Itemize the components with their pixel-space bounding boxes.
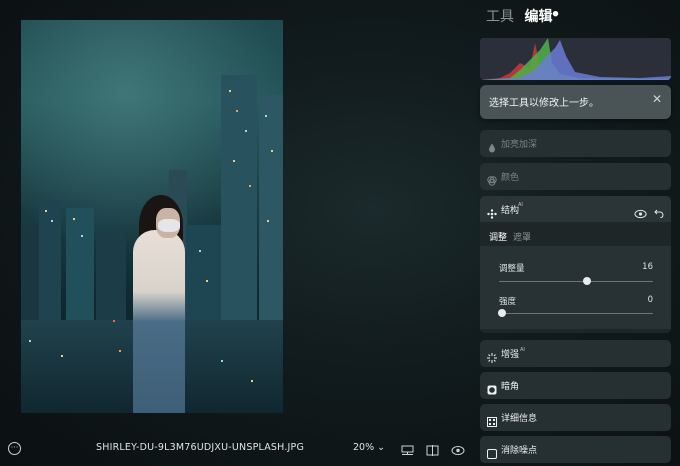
eye-icon[interactable]: [451, 441, 465, 455]
tab-mask[interactable]: 遮罩: [513, 233, 531, 243]
more-options-icon[interactable]: ···: [8, 442, 21, 455]
tab-edit-label: 编辑: [524, 9, 553, 25]
zoom-value: 20%: [353, 442, 375, 453]
tool-label: 颜色: [501, 173, 520, 183]
hint-text: 选择工具以修改上一步。: [489, 98, 599, 109]
close-icon[interactable]: ✕: [652, 92, 662, 106]
photo-window: [199, 250, 201, 252]
structure-subtabs: 调整 遮罩: [489, 230, 531, 243]
photo-window: [236, 110, 238, 112]
chevron-down-icon: ⌄: [377, 442, 386, 453]
compare-icon[interactable]: [426, 441, 439, 456]
tool-vignette[interactable]: 暗角: [480, 372, 671, 399]
slider-amount-handle[interactable]: [583, 277, 591, 285]
photo-window: [29, 340, 31, 342]
photo-window: [61, 355, 63, 357]
photo-window: [267, 220, 269, 222]
panel-tabs: 工具 编辑●: [486, 6, 559, 26]
tool-label: 详细信息: [501, 414, 538, 424]
photo-window: [249, 185, 251, 187]
photo-window: [245, 130, 247, 132]
filmstrip-icon[interactable]: [401, 441, 414, 455]
tool-denoise[interactable]: 消除噪点: [480, 436, 671, 463]
photo-window: [271, 150, 273, 152]
droplet-icon: [487, 138, 497, 153]
sparkle-icon: [487, 348, 497, 363]
slider-amount-label: 调整量: [499, 264, 525, 274]
edited-dot-icon: ●: [552, 9, 559, 18]
ai-badge: AI: [520, 347, 525, 353]
photo-person: [133, 230, 185, 413]
tool-label: 暗角: [501, 382, 520, 392]
ai-badge: AI: [518, 202, 523, 208]
slider-amount-track[interactable]: [499, 281, 653, 282]
photo-window: [221, 360, 223, 362]
photo-window: [45, 210, 47, 212]
vignette-icon: [487, 380, 497, 395]
photo-window: [119, 350, 121, 352]
photo-window: [51, 220, 53, 222]
denoise-icon: [487, 444, 497, 459]
bottom-bar: ··· SHIRLEY-DU-9L3M76UDJXU-UNSPLASH.JPG …: [0, 434, 475, 462]
file-name: SHIRLEY-DU-9L3M76UDJXU-UNSPLASH.JPG: [96, 442, 305, 453]
photo-window: [206, 280, 208, 282]
slider-strength-handle[interactable]: [498, 309, 506, 317]
tool-label: 消除噪点: [501, 446, 538, 456]
photo-window: [229, 90, 231, 92]
tool-structure-header[interactable]: 结构 AI: [480, 196, 671, 222]
tab-tools[interactable]: 工具: [486, 9, 514, 25]
reset-icon[interactable]: [654, 203, 664, 222]
slider-strength-value: 0: [647, 295, 653, 305]
hint-tooltip: 选择工具以修改上一步。 ✕: [480, 85, 671, 119]
photo-window: [81, 235, 83, 237]
photo-window: [233, 160, 235, 162]
structure-sliders: 调整量 16 强度 0: [480, 246, 671, 329]
tool-color[interactable]: 颜色: [480, 163, 671, 190]
tool-label: 加亮加深: [501, 140, 538, 150]
photo-canvas[interactable]: [21, 20, 283, 413]
color-circles-icon: [487, 171, 497, 186]
tool-details[interactable]: 详细信息: [480, 404, 671, 431]
histogram: [480, 38, 671, 80]
tool-enhance[interactable]: 增强 AI: [480, 340, 671, 367]
zoom-selector[interactable]: 20% ⌄: [353, 442, 385, 453]
tab-edit[interactable]: 编辑●: [524, 9, 558, 25]
slider-strength-track[interactable]: [499, 313, 653, 314]
photo-window: [251, 380, 253, 382]
photo-window: [265, 115, 267, 117]
grid-icon: [487, 412, 497, 427]
slider-amount-value: 16: [642, 262, 653, 272]
tool-label: 增强: [501, 350, 520, 360]
slider-strength-label: 强度: [499, 297, 517, 307]
structure-icon: [487, 204, 497, 223]
tab-adjust[interactable]: 调整: [489, 233, 507, 243]
tool-dodge-burn[interactable]: 加亮加深: [480, 130, 671, 157]
eye-icon[interactable]: [634, 204, 647, 223]
photo-person-mask: [158, 219, 180, 232]
photo-window: [73, 218, 75, 220]
tool-structure-label: 结构: [501, 206, 520, 216]
tool-structure-panel: 结构 AI 调整 遮罩 调整量 16 强度 0: [480, 196, 671, 333]
photo-window: [113, 320, 115, 322]
